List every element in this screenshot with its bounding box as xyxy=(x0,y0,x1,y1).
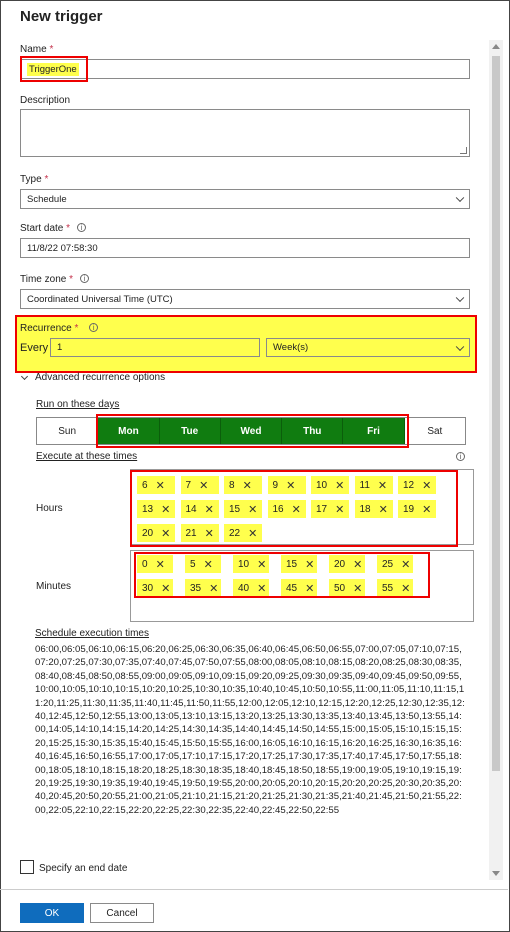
days-highlight-box xyxy=(96,414,409,448)
description-textarea[interactable] xyxy=(20,109,470,157)
type-select[interactable]: Schedule xyxy=(20,189,470,209)
advanced-options-toggle[interactable]: Advanced recurrence options xyxy=(20,372,165,383)
every-label: Every xyxy=(20,342,49,354)
time-zone-label: Time zone * i xyxy=(20,274,89,285)
chevron-down-icon xyxy=(455,293,465,303)
minutes-highlight-box xyxy=(134,552,430,598)
name-label: Name * xyxy=(20,44,54,55)
name-highlight-box xyxy=(20,56,88,82)
chevron-down-icon xyxy=(20,372,29,380)
type-label: Type * xyxy=(20,174,49,185)
info-icon[interactable]: i xyxy=(79,274,89,283)
info-icon[interactable]: i xyxy=(456,452,465,461)
footer-divider xyxy=(0,889,508,890)
info-icon[interactable]: i xyxy=(89,323,99,332)
scroll-down-icon[interactable] xyxy=(492,871,500,876)
scroll-up-icon[interactable] xyxy=(492,44,500,49)
hours-label: Hours xyxy=(36,503,63,514)
minutes-label: Minutes xyxy=(36,581,72,592)
schedule-times-label: Schedule execution times xyxy=(35,628,149,639)
cancel-button[interactable]: Cancel xyxy=(90,903,154,923)
recurrence-label: Recurrence * i xyxy=(20,323,99,334)
schedule-times-list: 06:00,06:05,06:10,06:15,06:20,06:25,06:3… xyxy=(35,644,465,816)
description-label: Description xyxy=(20,95,71,106)
start-date-label: Start date * i xyxy=(20,223,86,234)
scroll-thumb[interactable] xyxy=(492,56,500,771)
time-zone-select[interactable]: Coordinated Universal Time (UTC) xyxy=(20,289,470,309)
panel-title: New trigger xyxy=(20,8,103,25)
run-on-days-label: Run on these days xyxy=(36,399,120,410)
day-sun[interactable]: Sun xyxy=(37,418,99,444)
resize-handle-icon[interactable] xyxy=(460,147,467,154)
recurrence-unit-select[interactable]: Week(s) xyxy=(266,338,470,357)
end-date-checkbox[interactable] xyxy=(20,860,34,874)
vertical-scrollbar[interactable] xyxy=(489,40,503,880)
start-date-input[interactable]: 11/8/22 07:58:30 xyxy=(20,238,470,258)
recurrence-interval-input[interactable]: 1 xyxy=(50,338,260,357)
end-date-label: Specify an end date xyxy=(39,863,128,874)
hours-highlight-box xyxy=(130,470,458,547)
day-sat[interactable]: Sat xyxy=(405,418,465,444)
execute-times-label: Execute at these times xyxy=(36,451,138,462)
chevron-down-icon xyxy=(455,342,465,351)
info-icon[interactable]: i xyxy=(76,223,86,232)
chevron-down-icon xyxy=(455,193,465,203)
ok-button[interactable]: OK xyxy=(20,903,84,923)
